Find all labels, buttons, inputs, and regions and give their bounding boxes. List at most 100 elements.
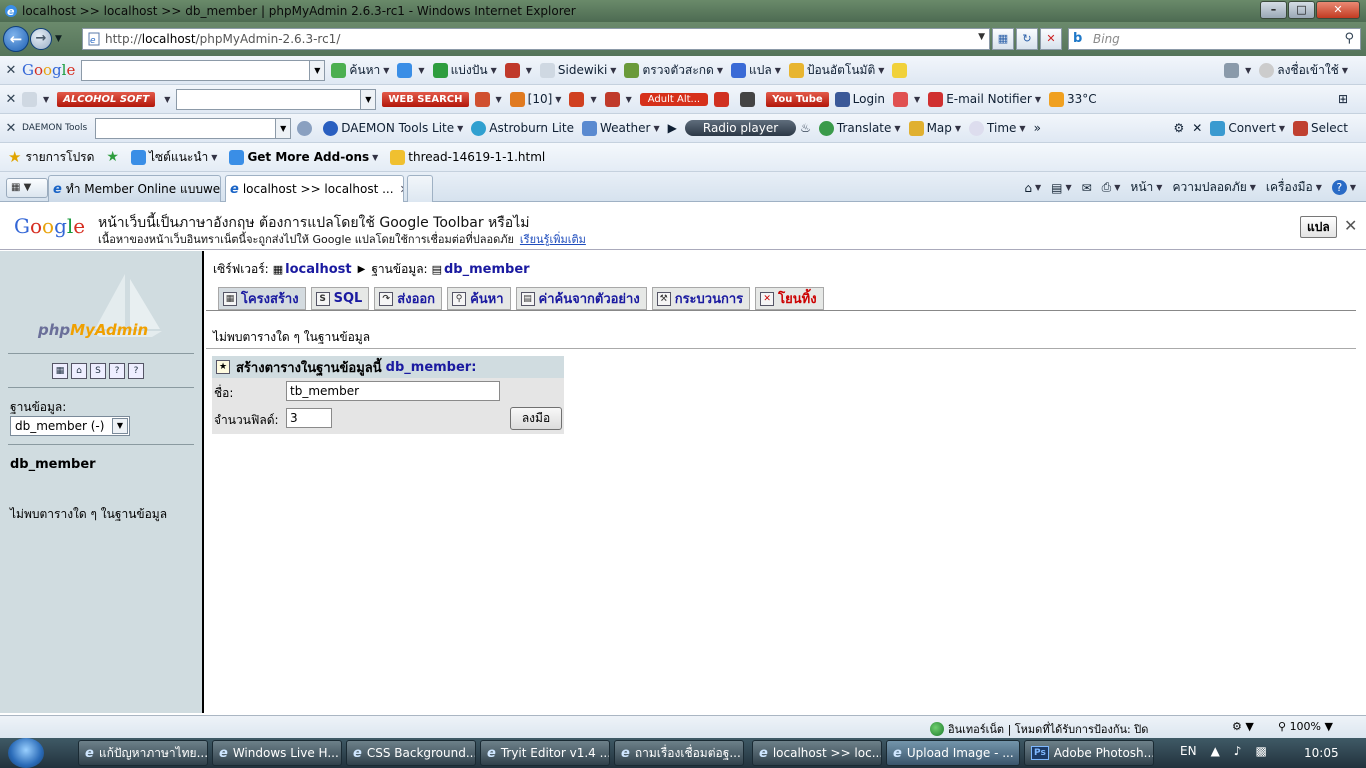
more-tools-button[interactable]: » bbox=[1034, 121, 1041, 135]
alcohol-soft-logo[interactable]: ALCOHOL SOFT bbox=[57, 91, 156, 107]
add-favorite-icon[interactable]: ★ bbox=[106, 149, 119, 165]
spellcheck-button[interactable]: ตรวจตัวสะกด ▼ bbox=[624, 61, 723, 80]
chevron-down-icon[interactable]: ▼ bbox=[360, 89, 376, 109]
go-button[interactable]: ลงมือ bbox=[510, 407, 562, 430]
translate-button[interactable]: แปล ▼ bbox=[730, 61, 781, 80]
language-indicator[interactable]: EN bbox=[1180, 744, 1197, 758]
safety-menu[interactable]: ความปลอดภัย ▼ bbox=[1172, 178, 1255, 197]
search-input[interactable]: Bing bbox=[1093, 32, 1120, 46]
tab-structure[interactable]: ▦ โครงสร้าง bbox=[218, 287, 306, 310]
address-url[interactable]: http://localhost/phpMyAdmin-2.6.3-rc1/ bbox=[105, 32, 340, 46]
email-notifier-button[interactable]: E-mail Notifier ▼ bbox=[928, 91, 1041, 107]
tab-search[interactable]: ⚲ ค้นหา bbox=[447, 287, 511, 310]
close-section-icon[interactable]: ✕ bbox=[1192, 121, 1202, 135]
weather-button[interactable]: Weather ▼ bbox=[581, 120, 660, 136]
video-button[interactable] bbox=[740, 91, 758, 107]
play-icon[interactable]: ▶ bbox=[668, 121, 677, 135]
alcohol-search-field[interactable]: ▼ bbox=[176, 88, 377, 110]
database-link[interactable]: db_member bbox=[444, 262, 530, 277]
table-name-input[interactable]: tb_member bbox=[286, 381, 500, 401]
highlighter-button[interactable] bbox=[892, 62, 910, 78]
taskbar-item-active[interactable]: e Upload Image - ... bbox=[886, 740, 1020, 766]
popup-blocker-button[interactable]: ▼ bbox=[504, 62, 532, 78]
print-button[interactable]: ⎙ ▼ bbox=[1102, 180, 1121, 195]
show-hidden-icons[interactable]: ▲ bbox=[1211, 744, 1220, 758]
taskbar-item[interactable]: e ถามเรื่องเชื่อมต่อฐ... bbox=[614, 740, 744, 766]
close-tab-icon[interactable]: ✕ bbox=[400, 183, 403, 196]
tab-localhost[interactable]: e localhost >> localhost ... ✕ bbox=[225, 175, 404, 202]
chevron-down-icon[interactable]: ▼ bbox=[275, 118, 291, 138]
address-dropdown-icon[interactable]: ▼ bbox=[978, 32, 985, 42]
tab-member-online[interactable]: e ทำ Member Online แบบwe... bbox=[48, 175, 221, 202]
favorites-button[interactable]: ★ รายการโปรด bbox=[0, 148, 94, 167]
translate-page-button[interactable]: แปล bbox=[1300, 216, 1337, 238]
new-tab-button[interactable] bbox=[407, 175, 433, 202]
facebook-login-button[interactable]: Login bbox=[834, 91, 885, 107]
feeds-button[interactable]: ▤ ▼ bbox=[1051, 181, 1072, 195]
select-button[interactable]: Select bbox=[1292, 120, 1348, 136]
taskbar-item[interactable]: e localhost >> loc... bbox=[752, 740, 882, 766]
help-icon[interactable]: ? bbox=[128, 363, 144, 379]
taskbar-item[interactable]: Ps Adobe Photosh... bbox=[1024, 740, 1154, 766]
tab-export[interactable]: ↷ ส่งออก bbox=[374, 287, 443, 310]
tool-button[interactable]: ▼ bbox=[474, 91, 502, 107]
pop-button[interactable]: ▼ bbox=[604, 91, 632, 107]
field-count-input[interactable]: 3 bbox=[286, 408, 332, 428]
phpmyadmin-logo[interactable]: phpMyAdmin bbox=[38, 321, 148, 339]
wrench-button[interactable]: ▼ bbox=[1224, 62, 1251, 78]
quick-tabs-button[interactable]: ▦ ▼ bbox=[6, 178, 48, 198]
zoom-level[interactable]: ⚲ 100% ▼ bbox=[1278, 720, 1333, 733]
volume-icon[interactable]: ♨ bbox=[800, 121, 811, 135]
addons-button[interactable]: Get More Add-ons ▼ bbox=[229, 149, 378, 165]
suggested-sites-button[interactable]: ไซต์แนะนำ ▼ bbox=[130, 148, 217, 167]
plus-button[interactable]: ▼ bbox=[397, 62, 425, 78]
skype-button[interactable] bbox=[714, 91, 732, 107]
tab-sql[interactable]: S SQL bbox=[310, 287, 370, 310]
database-select[interactable]: db_member (-) ▼ bbox=[10, 416, 130, 436]
zoom-button[interactable] bbox=[297, 120, 315, 136]
protected-mode-icon[interactable]: ⚙ ▼ bbox=[1232, 720, 1254, 733]
games-button[interactable]: ▼ bbox=[569, 91, 597, 107]
astroburn-button[interactable]: Astroburn Lite bbox=[471, 120, 574, 136]
weather-temp-button[interactable]: 33°C bbox=[1049, 91, 1097, 107]
volume-icon[interactable]: ♪ bbox=[1234, 744, 1242, 758]
minimize-button[interactable]: – bbox=[1260, 1, 1287, 19]
radio-player-dropdown[interactable]: Radio player bbox=[684, 120, 797, 136]
learn-more-link[interactable]: เรียนรู้เพิ่มเติม bbox=[520, 233, 586, 246]
server-link[interactable]: localhost bbox=[285, 262, 351, 277]
news-button[interactable]: [10] ▼ bbox=[509, 91, 561, 107]
taskbar-item[interactable]: e CSS Background... bbox=[346, 740, 476, 766]
sidewiki-button[interactable]: Sidewiki ▼ bbox=[539, 62, 616, 78]
thread-link[interactable]: thread-14619-1-1.html bbox=[390, 149, 545, 165]
tools-menu[interactable]: เครื่องมือ ▼ bbox=[1266, 178, 1322, 197]
daemon-search-field[interactable]: ▼ bbox=[95, 117, 292, 139]
settings-icon[interactable]: ⚙ bbox=[1174, 121, 1185, 135]
taskbar-item[interactable]: e Tryit Editor v1.4 ... bbox=[480, 740, 610, 766]
convert-button[interactable]: Convert ▼ bbox=[1210, 120, 1285, 136]
close-toolbar-icon[interactable]: ✕ bbox=[0, 92, 22, 107]
share-button[interactable]: แบ่งปัน ▼ bbox=[432, 61, 497, 80]
adult-alert-dropdown[interactable]: Adult Alt... bbox=[639, 92, 709, 106]
history-dropdown-icon[interactable]: ▼ bbox=[55, 34, 67, 44]
autofill-button[interactable]: ป้อนอัตโนมัติ ▼ bbox=[788, 61, 884, 80]
network-icon[interactable]: ▩ bbox=[1255, 744, 1266, 758]
mail-button[interactable]: ✉ bbox=[1082, 181, 1092, 195]
daemon-lite-button[interactable]: DAEMON Tools Lite ▼ bbox=[323, 120, 463, 136]
tab-drop[interactable]: ✕ โยนทิ้ง bbox=[755, 287, 824, 310]
start-button[interactable] bbox=[8, 738, 44, 768]
search-icon[interactable]: ⚲ bbox=[1344, 31, 1354, 46]
tab-operations[interactable]: ⚒ กระบวนการ bbox=[651, 287, 751, 310]
home-button[interactable]: ⌂ ▼ bbox=[1024, 181, 1041, 195]
forward-button[interactable]: → bbox=[30, 28, 52, 50]
refresh-icon[interactable]: ↻ bbox=[1016, 28, 1038, 50]
map-button[interactable]: Map ▼ bbox=[908, 120, 961, 136]
current-database-link[interactable]: db_member bbox=[10, 457, 96, 472]
daemon-logo[interactable]: DAEMON Tools bbox=[22, 123, 87, 133]
chevron-down-icon[interactable]: ▼ bbox=[309, 60, 325, 80]
stop-icon[interactable]: ✕ bbox=[1040, 28, 1062, 50]
home-icon[interactable]: ⌂ bbox=[71, 363, 87, 379]
taskbar-item[interactable]: e แก้ปัญหาภาษาไทย... bbox=[78, 740, 208, 766]
docs-icon[interactable]: ? bbox=[109, 363, 125, 379]
chevron-down-icon[interactable]: ▼ bbox=[164, 95, 170, 104]
sql-icon[interactable]: S bbox=[90, 363, 106, 379]
